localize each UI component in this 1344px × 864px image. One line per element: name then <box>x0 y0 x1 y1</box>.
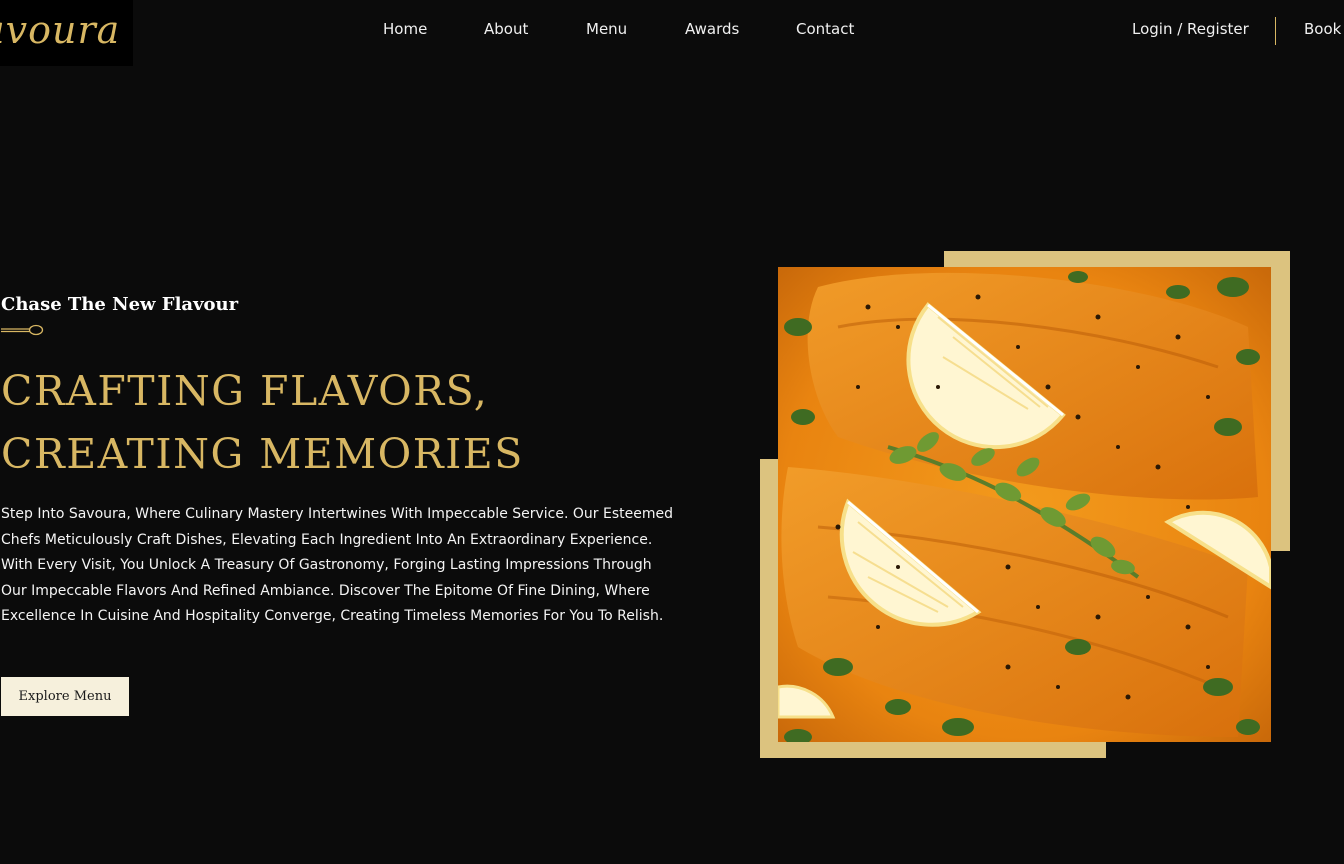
hero-title-line-1: CRAFTING FLAVORS, <box>1 367 489 415</box>
book-link[interactable]: Book <box>1304 20 1341 38</box>
header-divider <box>1275 17 1276 45</box>
spoon-icon <box>1 324 44 336</box>
nav-home-link[interactable]: Home <box>383 20 427 38</box>
explore-menu-button[interactable]: Explore Menu <box>1 677 129 716</box>
hero-food-image <box>778 267 1271 742</box>
login-register-link[interactable]: Login / Register <box>1132 20 1249 38</box>
logo[interactable]: avoura <box>0 0 133 66</box>
hero-title-line-2: CREATING MEMORIES <box>1 430 524 478</box>
hero-title: CRAFTING FLAVORS, CREATING MEMORIES <box>1 360 524 486</box>
logo-text: avoura <box>0 8 121 52</box>
page: avoura Home About Menu Awards Contact Lo… <box>0 0 1344 864</box>
nav-awards-link[interactable]: Awards <box>685 20 739 38</box>
hero-description: Step Into Savoura, Where Culinary Master… <box>1 506 673 624</box>
salmon-dish-illustration <box>778 267 1271 742</box>
nav-about-link[interactable]: About <box>484 20 528 38</box>
nav-menu-link[interactable]: Menu <box>586 20 627 38</box>
hero-tagline: Chase The New Flavour <box>1 294 239 315</box>
nav-contact-link[interactable]: Contact <box>796 20 854 38</box>
